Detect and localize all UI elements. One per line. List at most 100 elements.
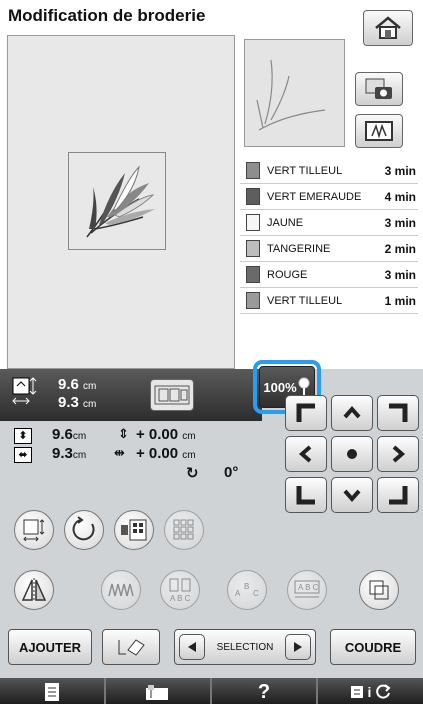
chevron-up-icon: [343, 405, 361, 419]
sewing-machine-icon: [146, 685, 168, 700]
horizontal-offset-value: + 0.00: [136, 445, 179, 462]
home-button[interactable]: [363, 10, 413, 46]
size-strip: 9.6 cm 9.3 cm: [0, 369, 262, 421]
height-unit: cm: [72, 431, 87, 442]
resize-icon: [23, 519, 45, 542]
frame-sizes-icon: [154, 385, 190, 405]
move-right-button[interactable]: [377, 436, 419, 472]
density-button[interactable]: [101, 570, 141, 610]
move-left-button[interactable]: [285, 436, 327, 472]
help-tab[interactable]: ?: [212, 680, 316, 704]
corner-down-left-icon: [296, 486, 315, 505]
duplicate-button[interactable]: [359, 570, 399, 610]
vertical-offset-unit: cm: [182, 431, 196, 442]
design-selection-frame[interactable]: [68, 152, 166, 250]
selection-label: SELECTION: [216, 641, 274, 653]
character-spacing-button[interactable]: A B C: [287, 570, 327, 610]
list-item: TANGERINE 2 min: [240, 236, 418, 262]
move-up-button[interactable]: [331, 395, 373, 431]
vertical-offset-icon: ⇕: [118, 426, 129, 441]
array-button[interactable]: [114, 510, 154, 550]
zigzag-icon: [108, 583, 134, 597]
move-up-left-button[interactable]: [285, 395, 327, 431]
sew-button[interactable]: COUDRE: [330, 629, 416, 665]
thread-swatch: [246, 188, 260, 205]
text-spacing-icon: A B C: [294, 580, 320, 598]
refresh-icon: [376, 684, 391, 699]
magnifier-icon: [298, 377, 310, 396]
size-height-readout: 9.3 cm: [58, 394, 96, 411]
embroidery-frame-size-button[interactable]: [150, 379, 194, 411]
resize-button[interactable]: [14, 510, 54, 550]
width-unit: cm: [72, 450, 87, 461]
move-down-right-button[interactable]: [377, 477, 419, 513]
thread-name: VERT TILLEUL: [267, 294, 343, 307]
frame-display-button[interactable]: [355, 114, 403, 148]
height-icon: ⬍: [14, 428, 32, 444]
design-thumbnail: [244, 39, 345, 147]
eraser-icon: [118, 639, 145, 656]
move-down-left-button[interactable]: [285, 477, 327, 513]
chevron-left-icon: [298, 445, 312, 463]
size-width-value: 9.6: [58, 376, 79, 393]
horizontal-offset-readout: + 0.00 cm: [136, 445, 196, 462]
height-readout: 9.6cm: [52, 426, 86, 443]
rotation-icon: ↻: [186, 465, 199, 482]
home-icon: [375, 16, 401, 39]
size-width-readout: 9.6 cm: [58, 376, 96, 393]
svg-text:A: A: [235, 589, 241, 598]
chevron-down-icon: [343, 489, 361, 503]
list-item: VERT EMERAUDE 4 min: [240, 184, 418, 210]
thread-time: 3 min: [384, 267, 416, 282]
rotate-button[interactable]: [64, 510, 104, 550]
triangle-left-icon: [188, 642, 196, 652]
grid-layout-button[interactable]: [164, 510, 204, 550]
info-glyph: i: [367, 684, 372, 700]
thread-time: 3 min: [384, 215, 416, 230]
selection-control: SELECTION: [174, 629, 316, 665]
thread-name: TANGERINE: [267, 242, 331, 255]
thread-swatch: [246, 162, 260, 179]
thread-time: 4 min: [384, 189, 416, 204]
vertical-offset-readout: + 0.00 cm: [136, 426, 196, 443]
camera-scan-button[interactable]: [355, 72, 403, 106]
machine-settings-tab[interactable]: [106, 680, 210, 704]
thread-name: VERT EMERAUDE: [267, 190, 362, 203]
width-readout: 9.3cm: [52, 445, 86, 462]
rotate-icon: [72, 516, 95, 541]
rotation-value: 0°: [224, 464, 239, 481]
vertical-offset-value: + 0.00: [136, 426, 179, 443]
add-button[interactable]: AJOUTER: [8, 629, 92, 665]
width-value: 9.3: [52, 445, 73, 462]
list-item: VERT TILLEUL 1 min: [240, 288, 418, 314]
select-next-button[interactable]: [285, 634, 311, 660]
thread-color-button[interactable]: A B C: [160, 570, 200, 610]
thread-color-list: VERT TILLEUL 3 min VERT EMERAUDE 4 min J…: [240, 158, 418, 314]
move-center-button[interactable]: [331, 436, 373, 472]
move-up-right-button[interactable]: [377, 395, 419, 431]
corner-up-left-icon: [296, 403, 315, 422]
arc-text-button[interactable]: A B C: [227, 570, 267, 610]
select-previous-button[interactable]: [179, 634, 205, 660]
camera-icon: [365, 78, 392, 99]
move-down-button[interactable]: [331, 477, 373, 513]
list-item: JAUNE 3 min: [240, 210, 418, 236]
thread-swatch: [246, 266, 260, 283]
settings-tab[interactable]: i: [318, 680, 423, 704]
duplicate-icon: [369, 580, 389, 600]
corner-down-right-icon: [389, 486, 408, 505]
mirror-button[interactable]: [14, 570, 54, 610]
embroidery-canvas[interactable]: [7, 35, 235, 369]
thread-swatch: [246, 240, 260, 257]
grid-icon: [173, 519, 194, 540]
floral-design-icon: [86, 165, 155, 238]
height-value: 9.6: [52, 426, 73, 443]
thread-time: 3 min: [384, 163, 416, 178]
triangle-right-icon: [294, 642, 302, 652]
delete-button[interactable]: [102, 629, 160, 665]
corner-up-right-icon: [389, 403, 408, 422]
thread-name: ROUGE: [267, 268, 308, 281]
thread-swatch: [246, 292, 260, 309]
page-view-tab[interactable]: [0, 680, 104, 704]
list-item: VERT TILLEUL 3 min: [240, 158, 418, 184]
